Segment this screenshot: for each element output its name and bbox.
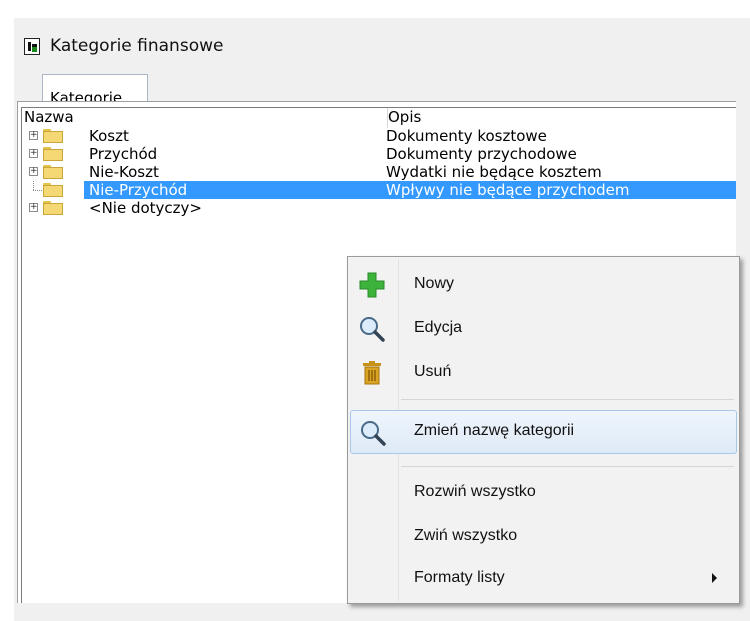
row-name: Nie-Przychód — [89, 181, 188, 199]
menu-item-new[interactable]: Nowy — [350, 263, 737, 307]
plus-icon — [359, 272, 385, 298]
menu-item-label: Zmień nazwę kategorii — [414, 422, 575, 439]
menu-item-label: Edycja — [414, 319, 463, 336]
row-name: Nie-Koszt — [89, 163, 159, 181]
menu-item-expand-all[interactable]: Rozwiń wszystko — [350, 471, 737, 515]
folder-icon — [43, 129, 63, 143]
app-icon — [24, 38, 40, 55]
row-description: Wpływy nie będące przychodem — [386, 181, 630, 199]
expand-icon[interactable]: + — [29, 149, 38, 158]
menu-separator — [401, 466, 734, 467]
menu-item-collapse-all[interactable]: Zwiń wszystko — [350, 515, 737, 559]
row-name: <Nie dotyczy> — [89, 199, 202, 217]
magnifier-icon — [360, 317, 385, 342]
expand-icon[interactable]: + — [29, 203, 38, 212]
menu-item-list-formats[interactable]: Formaty listy — [350, 557, 737, 601]
context-menu: Nowy Edycja Usuń Zmień nazwę kategorii R… — [347, 256, 740, 604]
column-header-name[interactable]: Nazwa — [24, 108, 74, 126]
row-name: Koszt — [89, 127, 129, 145]
tree-row-selected[interactable]: Nie-Przychód Wpływy nie będące przychode… — [22, 181, 736, 199]
column-header-description[interactable]: Opis — [388, 108, 421, 126]
row-description: Dokumenty przychodowe — [386, 145, 577, 163]
folder-icon — [43, 183, 63, 197]
folder-icon — [43, 147, 63, 161]
menu-item-rename-category[interactable]: Zmień nazwę kategorii — [350, 410, 737, 454]
menu-item-delete[interactable]: Usuń — [350, 351, 737, 395]
menu-item-label: Nowy — [414, 275, 455, 292]
tree-row[interactable]: + <Nie dotyczy> — [22, 199, 736, 217]
menu-separator — [401, 399, 734, 400]
folder-icon — [43, 165, 63, 179]
row-description: Wydatki nie będące kosztem — [386, 163, 602, 181]
expand-icon[interactable]: + — [29, 131, 38, 140]
menu-item-label: Zwiń wszystko — [414, 527, 518, 544]
window-title: Kategorie finansowe — [50, 36, 224, 56]
trash-icon — [363, 361, 381, 385]
menu-item-label: Usuń — [414, 363, 452, 380]
tree-connector — [33, 190, 42, 192]
row-description: Dokumenty kosztowe — [386, 127, 547, 145]
tree-row[interactable]: + Nie-Koszt Wydatki nie będące kosztem — [22, 163, 736, 181]
expand-icon[interactable]: + — [29, 167, 38, 176]
menu-item-label: Formaty listy — [414, 569, 505, 586]
tree-connector — [33, 181, 35, 190]
menu-item-edit[interactable]: Edycja — [350, 307, 737, 351]
tree-row[interactable]: + Koszt Dokumenty kosztowe — [22, 127, 736, 145]
magnifier-icon — [361, 421, 386, 446]
menu-item-label: Rozwiń wszystko — [414, 483, 536, 500]
submenu-arrow-icon — [712, 573, 717, 583]
row-name: Przychód — [89, 145, 158, 163]
folder-icon — [43, 201, 63, 215]
tree-row[interactable]: + Przychód Dokumenty przychodowe — [22, 145, 736, 163]
title-bar: Kategorie finansowe — [14, 18, 750, 70]
